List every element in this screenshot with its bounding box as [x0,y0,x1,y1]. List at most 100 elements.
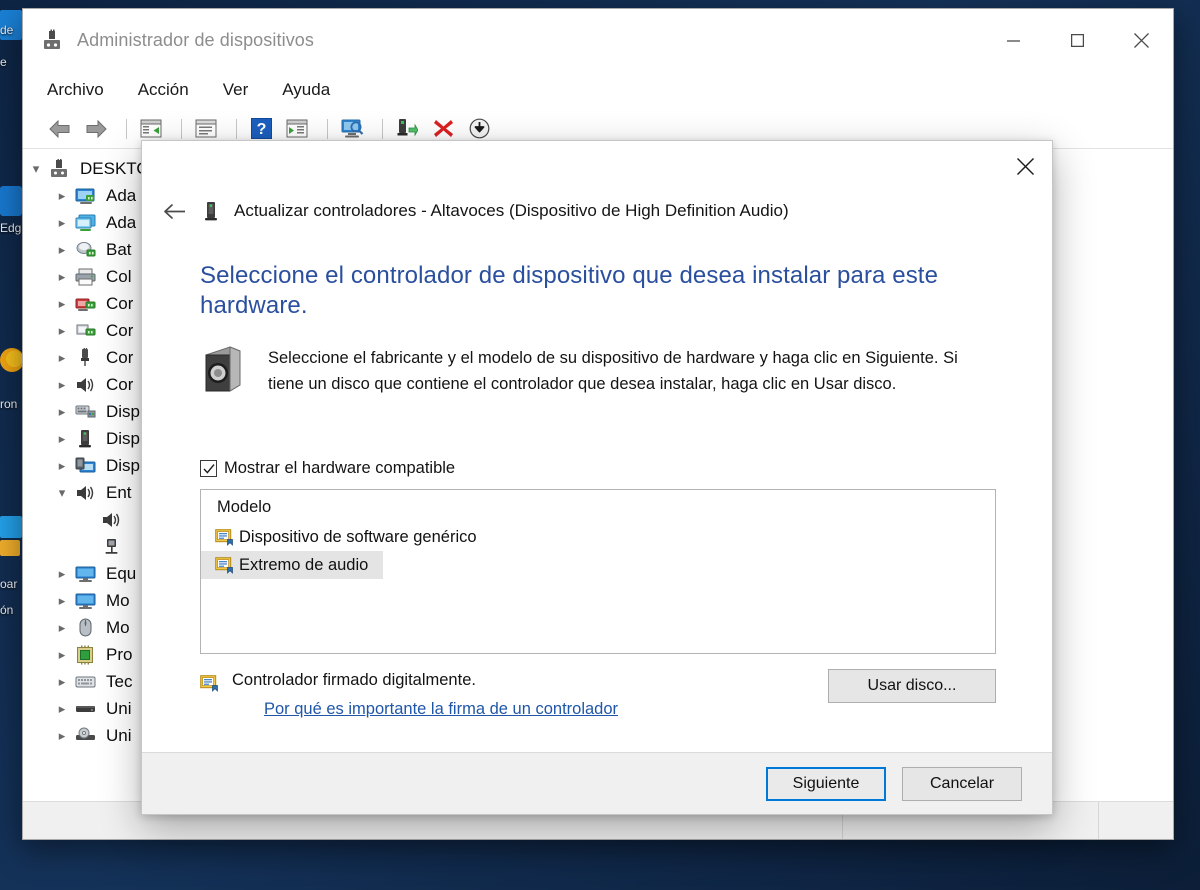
desktop-label-fragment: de [0,24,14,37]
properties-icon[interactable] [136,114,166,144]
tree-item-label: Disp [106,455,141,475]
chevron-right-icon[interactable]: ▸ [49,377,75,393]
driver-icon [200,675,219,692]
list-item-label: Extremo de audio [239,555,369,574]
desktop-label-fragment: ron [0,398,18,411]
dialog-topbar [142,141,1052,193]
desktop-label-fragment: e [0,56,7,69]
network-adapter-icon [75,186,97,206]
tree-item-label: Bat [106,239,132,259]
chevron-right-icon[interactable]: ▸ [49,242,75,258]
install-legacy-hardware-icon[interactable] [392,114,422,144]
monitor-icon [75,564,97,584]
help-icon[interactable]: ? [246,114,276,144]
battery-icon [75,240,97,260]
show-details-icon[interactable] [191,114,221,144]
chrome-circle-icon [0,348,24,372]
chevron-down-icon[interactable]: ▾ [49,485,75,501]
tree-item-label: Uni [106,698,132,718]
forward-arrow-icon[interactable] [81,114,111,144]
desktop-background: de e Edg ron oar ón [0,0,24,890]
chevron-right-icon[interactable]: ▸ [49,215,75,231]
close-button[interactable] [1109,9,1173,71]
desktop-icon-folder[interactable] [0,516,24,556]
tree-item-label: Uni [106,725,132,745]
disable-device-icon[interactable] [464,114,494,144]
menu-accion[interactable]: Acción [136,78,191,102]
list-item[interactable]: Extremo de audio [201,551,383,579]
cancel-button[interactable]: Cancelar [902,766,1022,801]
use-disk-button[interactable]: Usar disco... [828,669,996,703]
dialog-instruction-text: Seleccione el fabricante y el modelo de … [268,349,958,393]
desktop-label-fragment: oar [0,578,18,591]
list-item[interactable]: Dispositivo de software genérico [201,523,995,551]
menu-archivo[interactable]: Archivo [45,78,106,102]
audio-endpoint-icon [101,537,123,557]
desktop-icon-edge2[interactable] [0,186,24,216]
folder-icon [0,540,20,556]
tree-item-label: Cor [106,374,134,394]
menu-ver[interactable]: Ver [221,78,251,102]
chevron-right-icon[interactable]: ▸ [49,296,75,312]
dialog-close-button[interactable] [998,141,1052,191]
model-listbox[interactable]: Modelo Dispositivo de software genérico [200,489,996,654]
portable-device-icon [75,429,97,449]
device-manager-icon [41,29,63,51]
keyboard-icon [75,672,97,692]
minimize-button[interactable] [981,9,1045,71]
driver-signature-link[interactable]: Por qué es importante la firma de un con… [264,700,618,719]
back-arrow-icon[interactable] [45,114,75,144]
uninstall-device-icon[interactable] [428,114,458,144]
usb-connector-icon [75,347,97,368]
tree-item-label: Cor [106,293,134,313]
update-driver-dialog: Actualizar controladores - Altavoces (Di… [141,140,1053,815]
disk-drive-icon [75,699,97,719]
dialog-body: Seleccione el controlador de dispositivo… [142,229,1052,752]
storage-controller-icon [75,321,97,341]
scan-hardware-icon[interactable] [282,114,312,144]
software-device-icon [75,456,97,476]
chevron-right-icon[interactable]: ▸ [49,188,75,204]
tree-item-label: Pro [106,644,133,664]
tree-item-label: Col [106,266,132,286]
chevron-right-icon[interactable]: ▸ [49,701,75,717]
model-column-header: Modelo [217,498,272,516]
tree-item-label: Mo [106,617,130,637]
chevron-down-icon[interactable]: ▾ [23,161,49,177]
desktop-icon-chrome[interactable] [0,348,24,372]
tree-item-label: Mo [106,590,130,610]
chevron-right-icon[interactable]: ▸ [49,269,75,285]
chevron-right-icon[interactable]: ▸ [49,593,75,609]
dvd-drive-icon [75,726,97,746]
next-button[interactable]: Siguiente [766,766,886,801]
menu-ayuda[interactable]: Ayuda [280,78,332,102]
mouse-icon [75,618,97,638]
dialog-back-button[interactable] [156,203,194,220]
compatible-hardware-checkbox[interactable] [200,460,217,477]
chevron-right-icon[interactable]: ▸ [49,728,75,744]
chevron-right-icon[interactable]: ▸ [49,350,75,366]
maximize-button[interactable] [1045,9,1109,71]
chevron-right-icon[interactable]: ▸ [49,647,75,663]
dialog-instruction-row: Seleccione el fabricante y el modelo de … [200,345,996,397]
compatible-hardware-label: Mostrar el hardware compatible [224,459,456,477]
tree-root-label: DESKTO [80,158,150,178]
folder-tile-icon [0,516,22,538]
compatible-hardware-checkbox-row[interactable]: Mostrar el hardware compatible [200,459,996,478]
toolbar-separator [181,118,182,139]
window-titlebar: Administrador de dispositivos [23,9,1173,71]
edge-tile-icon [0,186,22,216]
tree-item-label: Tec [106,671,133,691]
chevron-right-icon[interactable]: ▸ [49,674,75,690]
signed-driver-row: Controlador firmado digitalmente. Por qu… [200,669,996,719]
tree-item-label: Disp [106,401,141,421]
controller-icon [75,294,97,314]
chevron-right-icon[interactable]: ▸ [49,620,75,636]
statusbar-pane-3 [1099,802,1173,839]
chevron-right-icon[interactable]: ▸ [49,458,75,474]
chevron-right-icon[interactable]: ▸ [49,431,75,447]
chevron-right-icon[interactable]: ▸ [49,404,75,420]
chevron-right-icon[interactable]: ▸ [49,323,75,339]
chevron-right-icon[interactable]: ▸ [49,566,75,582]
update-driver-screen-icon[interactable] [337,114,367,144]
